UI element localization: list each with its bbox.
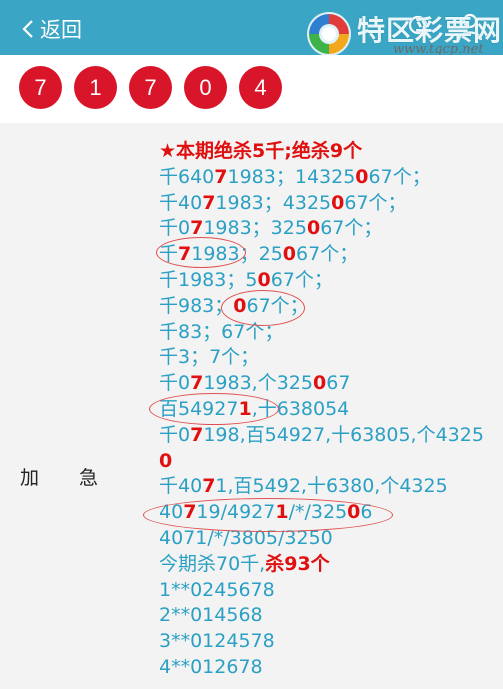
highlight-text: 7 [178, 243, 192, 266]
highlight-text: ★本期绝杀5千 [159, 140, 285, 162]
line-text: 67个； [296, 243, 359, 266]
highlight-text: 0 [313, 372, 327, 395]
prediction-line: 2**014568 [159, 603, 499, 629]
highlight-text: 0 [233, 294, 247, 317]
logo-swirl-icon [307, 12, 351, 56]
line-text: 40 [159, 501, 184, 524]
row-label: 加 急 [20, 463, 98, 490]
line-text: 4071/*/3805/3250 [159, 526, 333, 549]
prediction-line: 4**012678 [159, 655, 499, 681]
number-ball: 1 [74, 66, 117, 109]
highlight-text: 7 [202, 191, 216, 214]
line-text: 2**014568 [159, 604, 263, 627]
line-text: 6 [360, 501, 373, 524]
highlight-text: 7 [190, 423, 204, 446]
line-text: 千 [159, 243, 179, 266]
prediction-line: 千1983；5067个； [159, 268, 499, 294]
line-text: 1983；4325 [215, 191, 332, 214]
prediction-line: 千4071983；4325067个； [159, 191, 499, 217]
line-text: 千3；7个； [159, 346, 260, 369]
line-text: 3**0124578 [159, 630, 275, 653]
highlight-text: 0 [355, 165, 369, 188]
prediction-line: 千71983；25067个； [159, 242, 499, 268]
highlight-text: 0 [257, 268, 271, 291]
number-ball: 4 [239, 66, 282, 109]
line-text: 千0 [159, 423, 191, 446]
line-text: 1983,个325 [203, 372, 313, 395]
prediction-line: ★本期绝杀5千;绝杀9个 [159, 139, 499, 165]
line-text: 千640 [159, 165, 215, 188]
highlight-text: 绝杀9个 [291, 140, 363, 162]
line-text: 19/4927 [196, 501, 276, 524]
prediction-line: 千983；067个； [159, 294, 499, 320]
highlight-text: 杀93个 [265, 552, 330, 575]
number-ball: 7 [19, 66, 62, 109]
site-logo[interactable]: 特区彩票网 www.tqcp.net [305, 6, 503, 60]
prediction-line: 千4071,百5492,十6380,个4325 [159, 474, 499, 500]
number-ball: 7 [129, 66, 172, 109]
winning-numbers: 7 1 7 0 4 [0, 55, 503, 123]
line-text: 1983；14325 [227, 165, 356, 188]
prediction-line: 千071983,个325067 [159, 371, 499, 397]
highlight-text: 7 [190, 217, 204, 240]
highlight-text: 0 [331, 191, 345, 214]
prediction-line: 千83；67个； [159, 320, 499, 346]
prediction-panel: 加 急 ★本期绝杀5千;绝杀9个 千64071983；14325067个； 千407… [0, 123, 503, 689]
back-button[interactable]: 返回 [22, 14, 82, 44]
line-text: 1,百5492,十6380,个4325 [215, 475, 448, 498]
prediction-line: 3**0124578 [159, 629, 499, 655]
highlight-text: 1 [275, 501, 289, 524]
prediction-line: 千071983；325067个； [159, 216, 499, 242]
prediction-line: 0 [159, 449, 499, 475]
prediction-line: 千3；7个； [159, 345, 499, 371]
highlight-text: 7 [183, 501, 197, 524]
back-label: 返回 [40, 18, 82, 42]
prediction-line: 1**0245678 [159, 578, 499, 604]
highlight-text: 7 [202, 475, 216, 498]
line-text: 1**0245678 [159, 578, 275, 601]
line-text: 千83；67个； [159, 320, 284, 343]
line-text: 千0 [159, 372, 191, 395]
prediction-line: 千64071983；14325067个； [159, 165, 499, 191]
line-text: 千40 [159, 475, 203, 498]
line-text: 67个； [320, 217, 383, 240]
line-text: 67个； [344, 191, 407, 214]
prediction-lines: ★本期绝杀5千;绝杀9个 千64071983；14325067个； 千4071983… [159, 139, 499, 681]
line-text: 今期杀70千, [159, 552, 266, 575]
highlight-text: 1 [238, 397, 252, 420]
prediction-line: 百549271,十638054 [159, 397, 499, 423]
line-text: 千1983；5 [159, 268, 258, 291]
highlight-text: 0 [347, 501, 361, 524]
line-text: 千40 [159, 191, 203, 214]
line-text: 千0 [159, 217, 191, 240]
number-ball: 0 [184, 66, 227, 109]
line-text: 百54927 [159, 397, 239, 420]
top-bar: 返回 特区彩票网 www.tqcp.net [0, 0, 503, 57]
label-right: 急 [79, 467, 99, 489]
chevron-left-icon [22, 20, 33, 38]
highlight-text: 7 [214, 165, 228, 188]
line-text: 4**012678 [159, 655, 263, 678]
highlight-text: 7 [190, 372, 204, 395]
line-text: 67个； [368, 165, 431, 188]
label-left: 加 [20, 467, 40, 489]
line-text: ,十638054 [251, 397, 350, 420]
prediction-line: 4071/*/3805/3250 [159, 526, 499, 552]
line-text: 67个； [246, 294, 309, 317]
line-text: ; [284, 140, 292, 162]
line-text: 67 [326, 372, 351, 395]
line-text: /*/325 [288, 501, 348, 524]
line-text: 1983；325 [203, 217, 307, 240]
line-text: 1983；25 [191, 243, 283, 266]
prediction-line: 今期杀70千,杀93个 [159, 552, 499, 578]
line-text: 198,百54927,十63805,个4325 [203, 423, 484, 446]
line-text: 千983； [159, 294, 234, 317]
line-text: 67个； [270, 268, 333, 291]
highlight-text: 0 [306, 217, 321, 240]
prediction-line: 千07198,百54927,十63805,个4325 [159, 423, 499, 449]
highlight-text: 0 [282, 243, 297, 266]
highlight-text: 0 [159, 449, 173, 472]
prediction-line: 40719/49271/*/32506 [159, 500, 499, 526]
